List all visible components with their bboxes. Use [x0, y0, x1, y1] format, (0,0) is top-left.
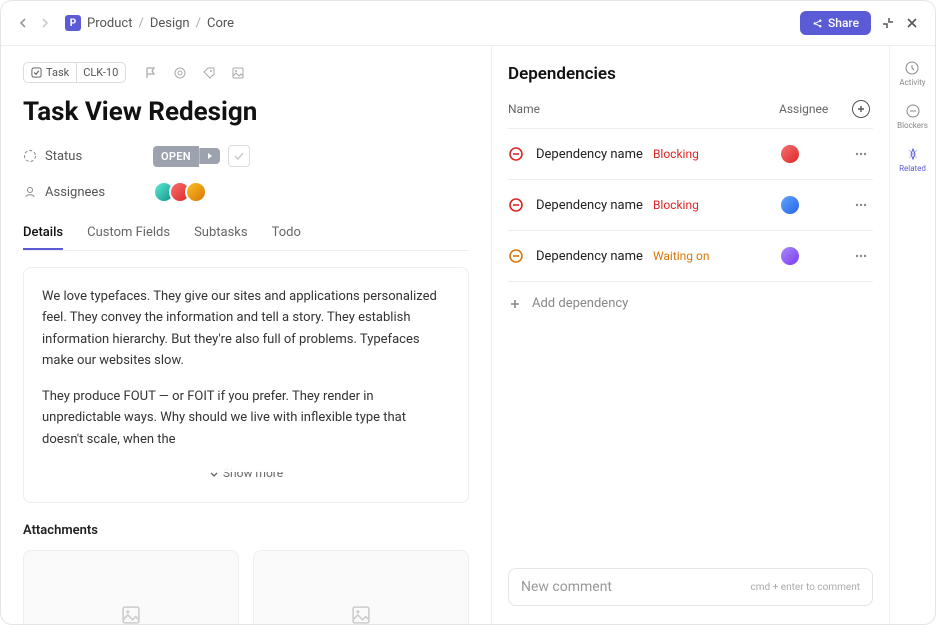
tab-todo[interactable]: Todo [272, 217, 301, 250]
image-icon [350, 604, 372, 624]
breadcrumb-item[interactable]: Design [150, 16, 190, 31]
comment-placeholder: New comment [521, 579, 612, 595]
comment-hint: cmd + enter to comment [751, 582, 860, 593]
rail-related[interactable]: Related [899, 146, 926, 173]
dependency-status: Blocking [653, 147, 699, 161]
col-header-assignee: Assignee [779, 102, 849, 116]
dependency-status: Waiting on [653, 249, 710, 263]
breadcrumb-separator: / [196, 16, 201, 31]
status-next-button[interactable] [199, 148, 220, 164]
nav-back[interactable] [17, 17, 29, 29]
add-dependency-button[interactable]: Add dependency [508, 282, 873, 325]
target-icon[interactable] [173, 66, 187, 80]
breadcrumb-item[interactable]: Core [207, 16, 234, 31]
row-actions-button[interactable] [849, 249, 873, 263]
task-type-chip[interactable]: Task [23, 62, 77, 83]
attachment-placeholder[interactable] [23, 550, 239, 624]
image-icon [120, 604, 142, 624]
description-paragraph: We love typefaces. They give our sites a… [42, 286, 450, 372]
rail-label: Related [899, 164, 926, 173]
dependency-status: Blocking [653, 198, 699, 212]
block-icon [508, 146, 528, 162]
rail-blockers[interactable]: Blockers [897, 103, 928, 130]
attachments-title: Attachments [23, 523, 469, 538]
tag-icon[interactable] [202, 66, 216, 80]
tab-subtasks[interactable]: Subtasks [194, 217, 248, 250]
block-icon [508, 197, 528, 213]
assignees-label: Assignees [45, 185, 105, 200]
breadcrumb-item[interactable]: Product [87, 16, 132, 31]
comment-input[interactable]: New comment cmd + enter to comment [508, 568, 873, 606]
tab-details[interactable]: Details [23, 217, 63, 250]
right-panel: Dependencies Name Assignee Dependency na… [491, 46, 889, 624]
related-icon [905, 146, 921, 162]
share-label: Share [828, 16, 859, 30]
left-panel: Task CLK-10 Task View Redesign Status OP… [1, 46, 491, 624]
image-icon[interactable] [231, 66, 245, 80]
flag-icon[interactable] [144, 66, 158, 80]
dependency-row[interactable]: Dependency name Waiting on [508, 230, 873, 282]
col-header-name: Name [508, 102, 779, 116]
attachments-list [23, 550, 469, 624]
description-paragraph: They produce FOUT — or FOIT if you prefe… [42, 386, 450, 450]
avatar[interactable] [779, 194, 801, 216]
dependency-row[interactable]: Dependency name Blocking [508, 128, 873, 179]
nav-arrows [17, 17, 51, 29]
tab-custom-fields[interactable]: Custom Fields [87, 217, 170, 250]
attachment-placeholder[interactable] [253, 550, 469, 624]
complete-checkbox[interactable] [228, 145, 250, 167]
task-id-chip[interactable]: CLK-10 [76, 62, 126, 83]
assignee-icon [23, 185, 37, 199]
add-dependency-label: Add dependency [532, 296, 628, 311]
share-icon [812, 18, 823, 29]
nav-forward[interactable] [39, 17, 51, 29]
top-bar: P Product / Design / Core Share [1, 1, 935, 46]
plus-icon [508, 297, 522, 311]
share-button[interactable]: Share [800, 11, 871, 35]
block-icon [508, 248, 528, 264]
status-label: Status [45, 149, 82, 164]
tab-bar: Details Custom Fields Subtasks Todo [23, 217, 469, 251]
rail-label: Activity [899, 78, 925, 87]
task-type-label: Task [46, 66, 69, 79]
check-square-icon [31, 67, 42, 78]
row-actions-button[interactable] [849, 198, 873, 212]
avatar[interactable] [779, 245, 801, 267]
close-icon[interactable] [905, 16, 919, 30]
rail-label: Blockers [897, 121, 928, 130]
dependency-name: Dependency name [536, 147, 643, 162]
assignee-avatars[interactable] [153, 181, 207, 203]
dependency-row[interactable]: Dependency name Blocking [508, 179, 873, 230]
avatar[interactable] [779, 143, 801, 165]
add-column-button[interactable] [852, 100, 870, 118]
dependency-name: Dependency name [536, 198, 643, 213]
activity-icon [904, 60, 920, 76]
breadcrumb-separator: / [138, 16, 143, 31]
side-rail: Activity Blockers Related [889, 46, 935, 624]
row-actions-button[interactable] [849, 147, 873, 161]
collapse-icon[interactable] [881, 16, 895, 30]
dependencies-title: Dependencies [508, 64, 873, 84]
avatar[interactable] [185, 181, 207, 203]
description[interactable]: We love typefaces. They give our sites a… [23, 267, 469, 503]
dependency-name: Dependency name [536, 249, 643, 264]
breadcrumb: P Product / Design / Core [65, 15, 234, 31]
task-header: Task CLK-10 [23, 62, 469, 83]
rail-activity[interactable]: Activity [899, 60, 925, 87]
status-icon [23, 149, 37, 163]
status-badge[interactable]: OPEN [153, 146, 199, 167]
blockers-icon [905, 103, 921, 119]
task-title[interactable]: Task View Redesign [23, 97, 469, 127]
project-icon: P [65, 15, 81, 31]
